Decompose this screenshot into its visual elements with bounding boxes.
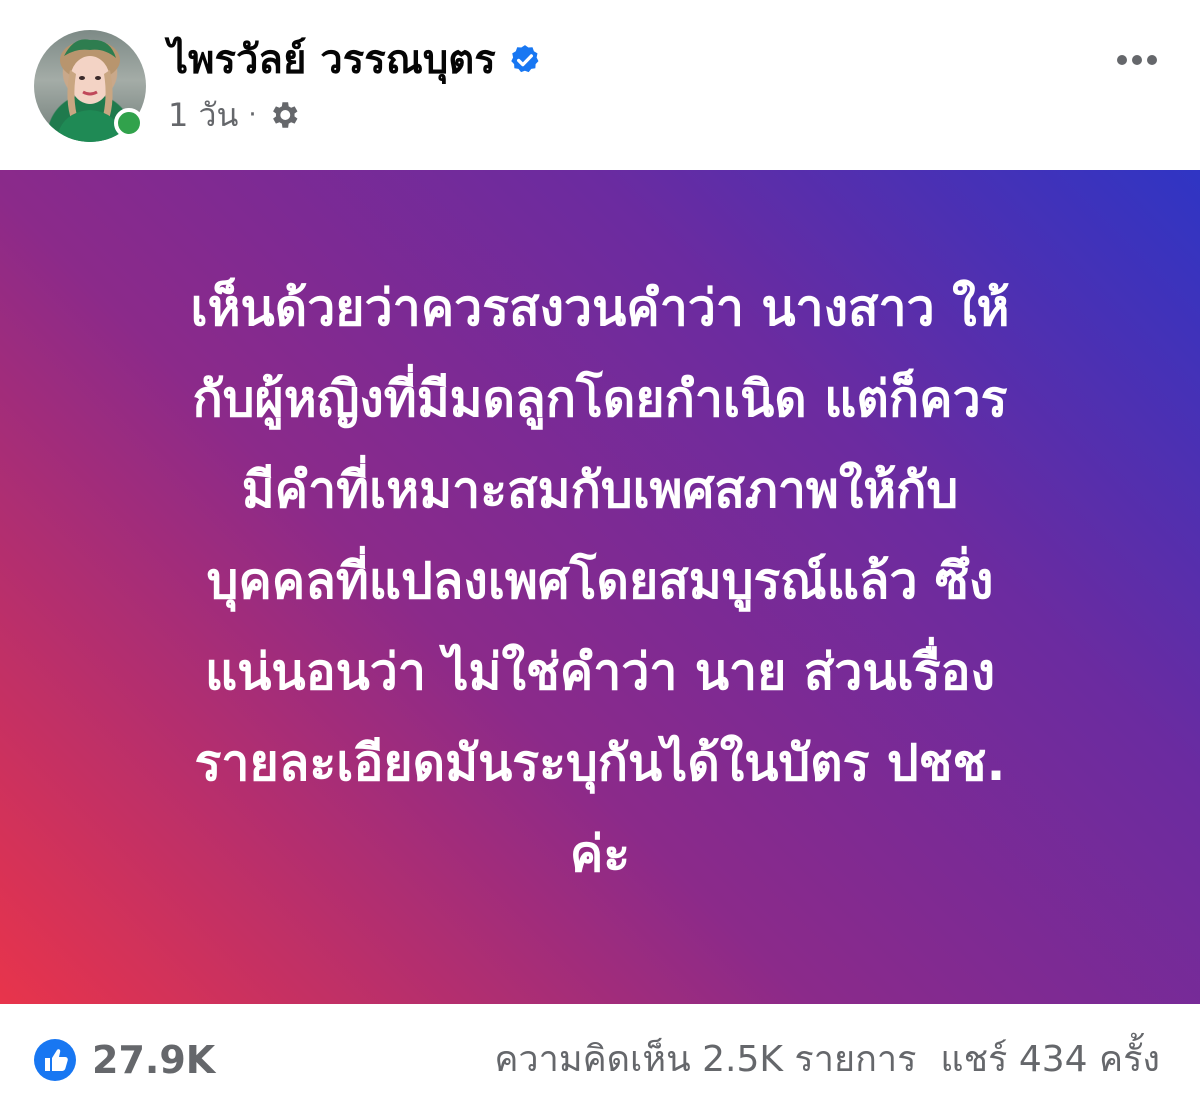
like-count: 27.9K [92, 1038, 216, 1082]
like-icon [34, 1039, 76, 1081]
comment-count[interactable]: ความคิดเห็น 2.5K รายการ [494, 1034, 916, 1086]
reactions-summary[interactable]: 27.9K [34, 1034, 215, 1086]
author-row: ไพรวัลย์ วรรณบุตร [168, 34, 542, 86]
online-status-indicator [114, 108, 144, 138]
author-name[interactable]: ไพรวัลย์ วรรณบุตร [168, 34, 496, 86]
post-header: ไพรวัลย์ วรรณบุตร 1 วัน · [0, 0, 1200, 170]
post-text: เห็นด้วยว่าควรสงวนคำว่า นางสาว ให้ กับผู… [190, 278, 1010, 883]
meta-separator: · [248, 100, 257, 130]
post-timestamp[interactable]: 1 วัน [168, 94, 238, 136]
verified-badge-icon [510, 45, 539, 73]
more-options-icon[interactable] [1114, 40, 1160, 80]
share-count[interactable]: แชร์ 434 ครั้ง [940, 1034, 1160, 1086]
avatar-container[interactable] [34, 30, 146, 142]
post-meta: 1 วัน · [168, 94, 301, 136]
engagement-stats: ความคิดเห็น 2.5K รายการ แชร์ 434 ครั้ง [494, 1034, 1160, 1086]
post-footer: 27.9K ความคิดเห็น 2.5K รายการ แชร์ 434 ค… [0, 1004, 1200, 1107]
post-content-background: เห็นด้วยว่าควรสงวนคำว่า นางสาว ให้ กับผู… [0, 170, 1200, 1004]
gear-icon[interactable] [267, 98, 301, 132]
